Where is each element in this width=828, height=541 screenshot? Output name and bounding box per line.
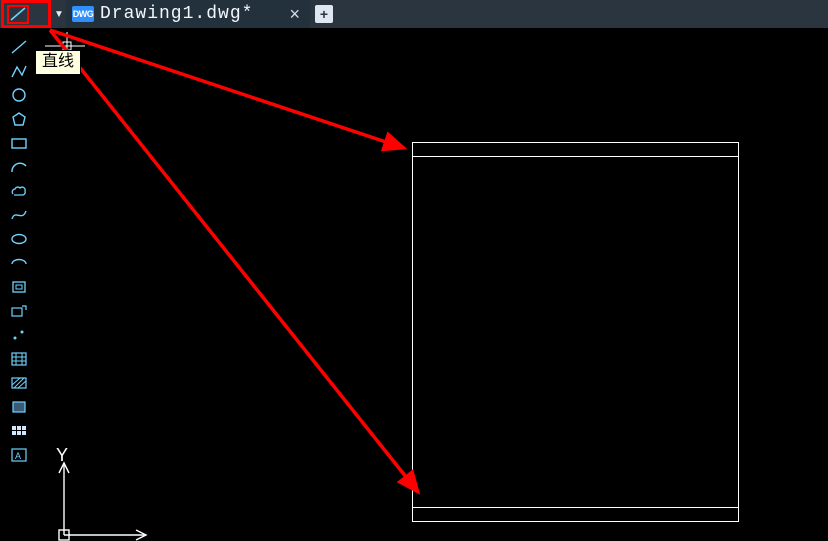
- document-tab-active[interactable]: DWG Drawing1.dwg* ×: [66, 0, 310, 28]
- circle-tool[interactable]: [6, 84, 32, 106]
- ellipse-arc-tool[interactable]: [6, 252, 32, 274]
- gradient-icon: [10, 375, 28, 391]
- revcloud-icon: [9, 183, 29, 199]
- point-tool[interactable]: [6, 324, 32, 346]
- svg-text:A: A: [15, 451, 21, 461]
- dropdown-glyph: ▼: [54, 9, 64, 20]
- polygon-icon: [10, 111, 28, 127]
- polyline-icon: [10, 63, 28, 79]
- table-tool[interactable]: [6, 420, 32, 442]
- rectangle-icon: [10, 135, 28, 151]
- drawing-canvas[interactable]: [40, 28, 828, 541]
- table-icon: [10, 423, 28, 439]
- hatch-icon: [10, 351, 28, 367]
- point-icon: [10, 327, 28, 343]
- block-tool[interactable]: [6, 276, 32, 298]
- tab-close-button[interactable]: ×: [289, 4, 300, 25]
- tab-bar: ▼ DWG Drawing1.dwg* × +: [0, 0, 828, 28]
- insert-tool[interactable]: [6, 300, 32, 322]
- plus-icon: +: [315, 5, 333, 23]
- line-tool-icon: [9, 6, 27, 22]
- tooltip-line: 直线: [35, 50, 81, 75]
- arc-icon: [10, 159, 28, 175]
- draw-toolbar: A: [6, 36, 32, 466]
- tab-title: Drawing1.dwg*: [100, 4, 253, 24]
- polygon-tool[interactable]: [6, 108, 32, 130]
- text-tool[interactable]: A: [6, 444, 32, 466]
- circle-icon: [10, 87, 28, 103]
- revcloud-tool[interactable]: [6, 180, 32, 202]
- drafted-outer-rect-right: [738, 142, 739, 522]
- insert-icon: [10, 303, 28, 319]
- new-tab-button[interactable]: +: [310, 0, 338, 28]
- line-tool[interactable]: [6, 36, 32, 58]
- drafted-outer-rect-left: [412, 142, 413, 522]
- region-tool[interactable]: [6, 396, 32, 418]
- spline-tool[interactable]: [6, 204, 32, 226]
- text-icon: A: [10, 447, 28, 463]
- gradient-tool[interactable]: [6, 372, 32, 394]
- drafted-outer-rect-bottom: [412, 521, 738, 522]
- region-icon: [10, 399, 28, 415]
- tool-dropdown-arrow[interactable]: ▼: [52, 0, 66, 28]
- polyline-tool[interactable]: [6, 60, 32, 82]
- ellipse-tool[interactable]: [6, 228, 32, 250]
- line-icon: [10, 39, 28, 55]
- drafted-outer-rect-top: [412, 142, 738, 143]
- ellipse-icon: [10, 231, 28, 247]
- ellipse-arc-icon: [10, 255, 28, 271]
- rectangle-tool[interactable]: [6, 132, 32, 154]
- spline-icon: [10, 207, 28, 223]
- arc-tool[interactable]: [6, 156, 32, 178]
- block-icon: [10, 279, 28, 295]
- drafted-inner-line-bottom: [412, 507, 738, 508]
- drafted-inner-line-top: [412, 156, 738, 157]
- dwg-file-icon: DWG: [72, 6, 94, 22]
- hatch-tool[interactable]: [6, 348, 32, 370]
- tabbar-line-tool-slot[interactable]: [0, 0, 52, 28]
